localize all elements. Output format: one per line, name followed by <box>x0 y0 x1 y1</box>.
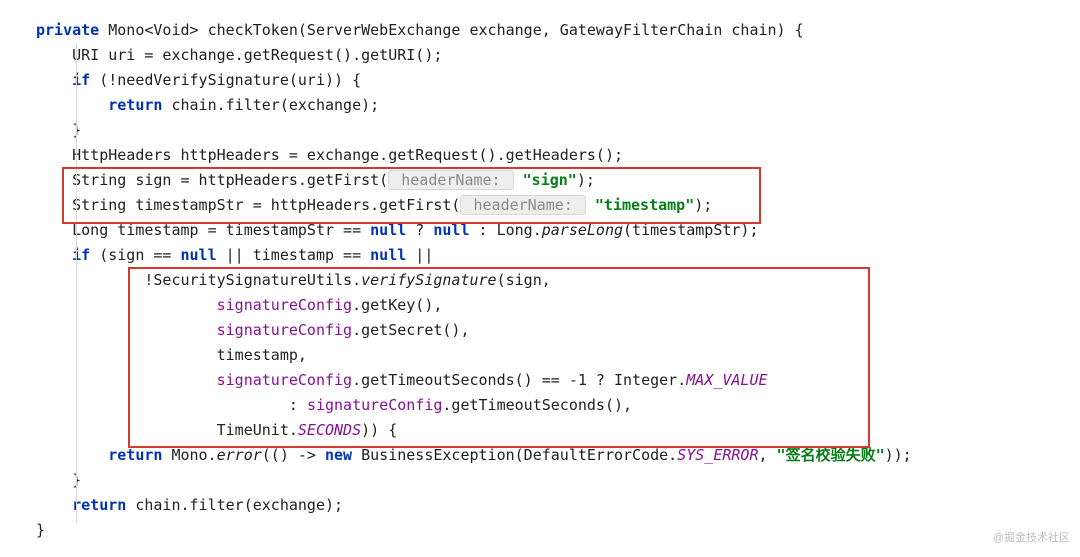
field-signature-config: signatureConfig <box>217 321 352 339</box>
kw-if: if <box>72 71 90 89</box>
kw-new: new <box>325 446 352 464</box>
string-sign: "sign" <box>523 171 577 189</box>
kw-private: private <box>36 21 99 39</box>
field-signature-config: signatureConfig <box>217 371 352 389</box>
field-signature-config: signatureConfig <box>307 396 442 414</box>
watermark: @掘金技术社区 <box>993 526 1070 551</box>
kw-if: if <box>72 246 90 264</box>
string-timestamp: "timestamp" <box>595 196 694 214</box>
kw-return: return <box>108 446 162 464</box>
indent-guide <box>76 43 77 523</box>
string-fail-msg: "签名校验失败" <box>777 446 885 464</box>
kw-return: return <box>108 96 162 114</box>
param-hint-headername: headerName: <box>388 170 513 190</box>
kw-return: return <box>72 496 126 514</box>
param-hint-headername: headerName: <box>460 195 585 215</box>
const-max-value: MAX_VALUE <box>686 371 767 389</box>
code-block: private Mono<Void> checkToken(ServerWebE… <box>0 0 1080 543</box>
const-seconds: SECONDS <box>298 421 361 439</box>
const-sys-error: SYS_ERROR <box>677 446 758 464</box>
field-signature-config: signatureConfig <box>217 296 352 314</box>
